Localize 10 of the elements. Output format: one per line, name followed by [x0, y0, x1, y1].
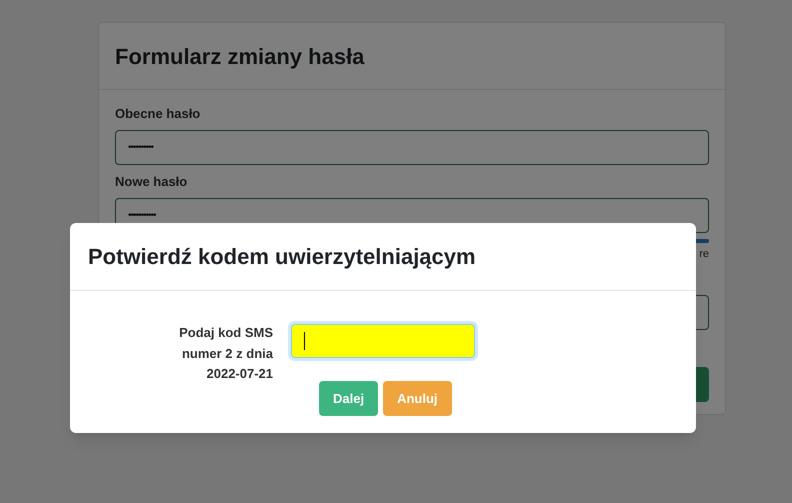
sms-code-prompt: Podaj kod SMS numer 2 z dnia 2022-07-21 [178, 324, 273, 383]
field-label: Obecne hasło [115, 106, 200, 122]
next-button[interactable]: Dalej [319, 381, 378, 416]
dialog-title: Potwierdź kodem uwierzytelniającym [88, 243, 476, 271]
form-title: Formularz zmiany hasła [115, 43, 364, 71]
field-label: Nowe hasło [115, 174, 188, 190]
text-cursor [304, 332, 305, 350]
strength-hint: re [699, 247, 709, 261]
password-field[interactable]: •••••••••• [115, 130, 709, 165]
sms-code-field[interactable] [291, 324, 475, 358]
